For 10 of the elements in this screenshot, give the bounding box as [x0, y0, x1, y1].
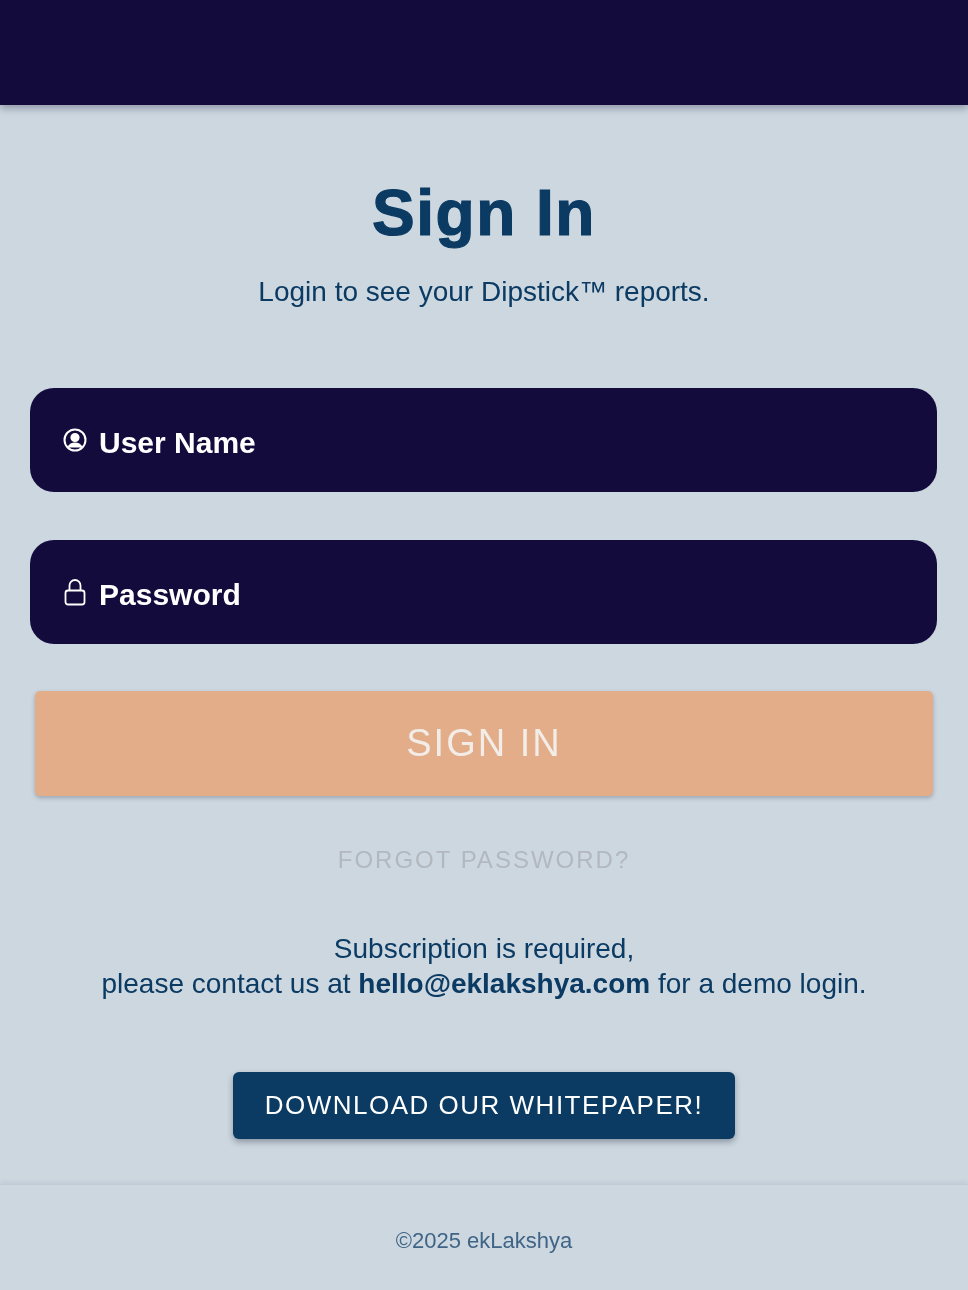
download-whitepaper-button[interactable]: DOWNLOAD OUR WHITEPAPER! [233, 1072, 735, 1139]
lock-icon [64, 578, 86, 606]
copyright-text: ©2025 ekLakshya [395, 1227, 573, 1254]
page-subtitle: Login to see your Dipstick™ reports. [258, 275, 710, 309]
subscription-notice: Subscription is required, please contact us at hello@eklakshya.com for a demo login. [101, 932, 867, 1001]
page-title: Sign In [372, 176, 596, 251]
user-icon [63, 428, 87, 452]
username-field[interactable]: User Name [30, 388, 937, 492]
sign-in-button[interactable]: SIGN IN [35, 691, 933, 796]
password-field[interactable]: Password [30, 540, 937, 644]
